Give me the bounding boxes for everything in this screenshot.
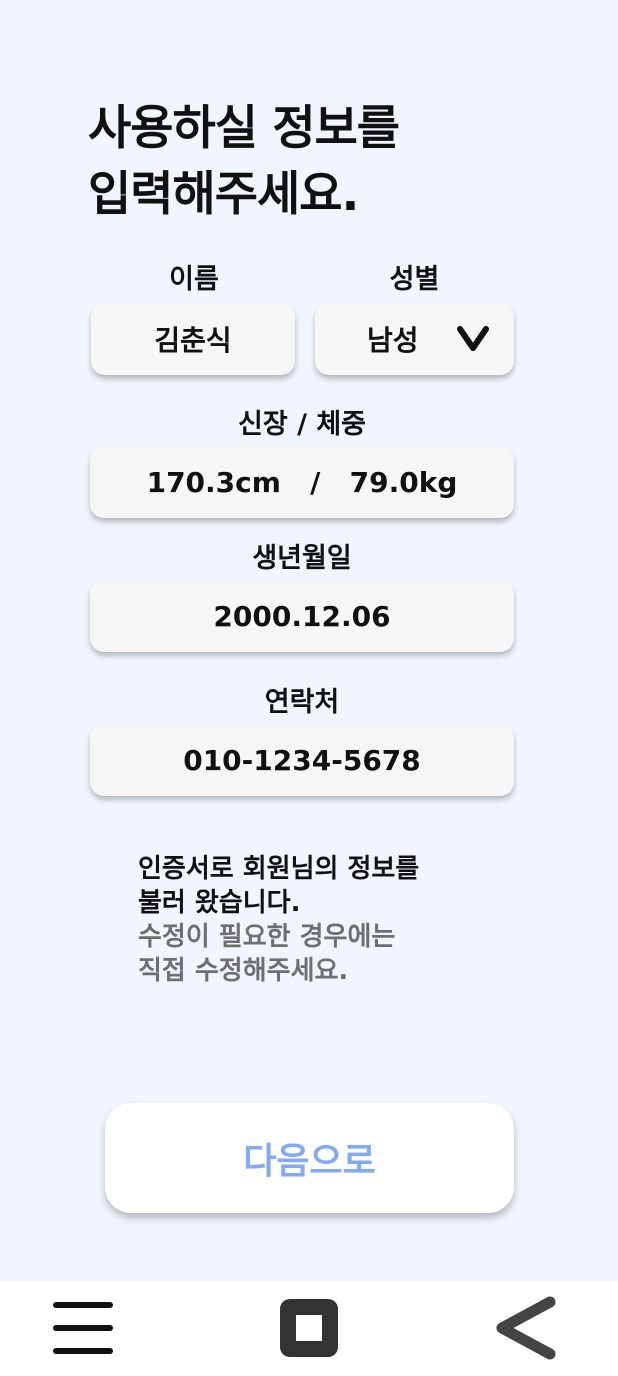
phone-field[interactable]: 010-1234-5678 [90,724,514,796]
birthdate-value: 2000.12.06 [213,599,391,633]
height-weight-field[interactable]: 170.3cm / 79.0kg [90,446,514,518]
gender-label: 성별 [389,264,440,295]
menu-button[interactable] [51,1295,115,1361]
gender-select[interactable]: 남성 [315,303,514,375]
notice-line2: 불러 왔습니다. [138,888,301,918]
birth-label: 생년월일 [252,543,352,574]
notice-line1: 인증서로 회원님의 정보를 [138,854,420,884]
name-field[interactable]: 김춘식 [91,303,295,375]
name-value: 김춘식 [154,324,232,357]
home-square-icon [280,1299,338,1357]
page-title-line2: 입력해주세요. [88,167,359,222]
height-weight-value: 170.3cm / 79.0kg [146,465,458,499]
home-button[interactable] [277,1295,341,1361]
menu-icon [53,1302,113,1354]
back-button[interactable] [494,1295,558,1361]
name-label: 이름 [169,264,219,295]
birthdate-field[interactable]: 2000.12.06 [90,580,514,652]
back-icon [496,1296,556,1360]
notice-line3: 수정이 필요한 경우에는 [138,922,396,952]
chevron-down-icon[interactable] [456,325,490,353]
navigation-bar [0,1281,618,1376]
phone-value: 010-1234-5678 [183,743,421,777]
next-button[interactable]: 다음으로 [105,1103,514,1213]
notice-line4: 직접 수정해주세요. [138,956,349,986]
notice-text: 인증서로 회원님의 정보를 불러 왔습니다. 수정이 필요한 경우에는 직접 수… [138,852,498,988]
gender-value: 남성 [367,324,419,357]
phone-label: 연락처 [264,687,340,718]
next-button-label: 다음으로 [243,1141,376,1182]
page-title: 사용하실 정보를 입력해주세요. [88,96,548,228]
body-label: 신장 / 체중 [237,409,367,440]
page-title-line1: 사용하실 정보를 [88,101,400,156]
